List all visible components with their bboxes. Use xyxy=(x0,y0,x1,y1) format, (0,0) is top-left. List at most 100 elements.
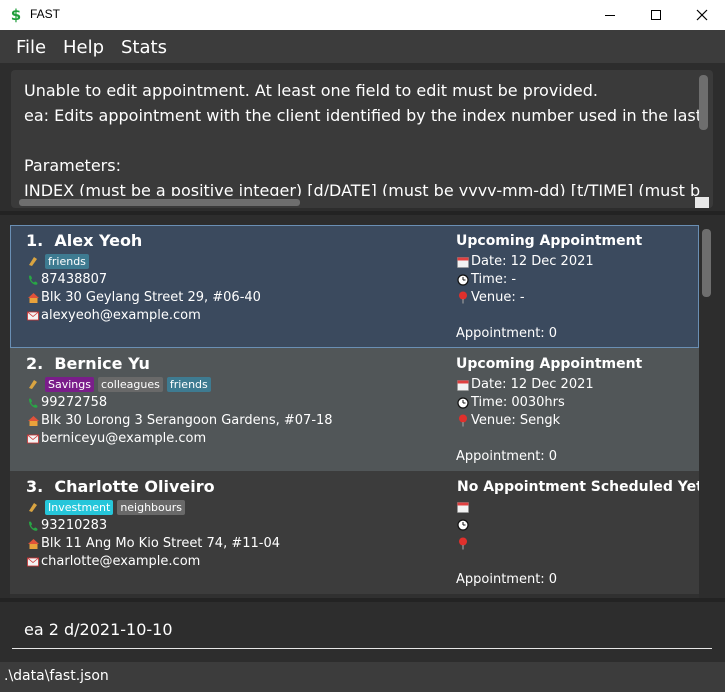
appointment-venue-line: Venue: Sengk xyxy=(456,413,560,428)
appointment-date: Date: 12 Dec 2021 xyxy=(471,254,594,269)
clock-icon xyxy=(456,396,470,410)
phone-line: 87438807 xyxy=(26,272,107,287)
appointment-count: Appointment: 0 xyxy=(456,572,558,587)
command-panel xyxy=(0,602,725,662)
minimize-button[interactable] xyxy=(587,0,633,30)
client-address: Blk 30 Lorong 3 Serangoon Gardens, #07-1… xyxy=(41,413,333,428)
home-icon xyxy=(26,537,40,551)
status-bar: .\data\fast.json xyxy=(0,662,725,692)
menu-stats[interactable]: Stats xyxy=(121,37,167,58)
appointment-title: Upcoming Appointment xyxy=(456,233,643,249)
email-icon xyxy=(26,432,40,446)
client-email: alexyeoh@example.com xyxy=(41,308,201,323)
tag-investment: Investment xyxy=(45,499,114,515)
close-button[interactable] xyxy=(679,0,725,30)
phone-icon xyxy=(26,396,40,410)
result-panel: Unable to edit appointment. At least one… xyxy=(0,63,725,211)
client-index: 1. xyxy=(26,231,44,250)
clock-icon xyxy=(456,273,470,287)
result-vertical-scrollbar[interactable] xyxy=(699,75,708,130)
phone-icon xyxy=(26,273,40,287)
menu-file[interactable]: File xyxy=(16,37,46,58)
client-index: 2. xyxy=(26,354,44,373)
appointment-time: Time: - xyxy=(471,272,517,287)
clock-icon xyxy=(456,518,470,532)
tag-row: Investment neighbours xyxy=(26,499,185,515)
client-name-line: 1. Alex Yeoh xyxy=(26,231,142,250)
appointment-time: Time: 0030hrs xyxy=(471,395,565,410)
tag-friends: friends xyxy=(45,253,89,269)
save-location-text: .\data\fast.json xyxy=(4,668,109,684)
menu-bar: File Help Stats xyxy=(0,30,725,63)
appointment-date-line xyxy=(456,500,471,514)
email-line: alexyeoh@example.com xyxy=(26,308,201,323)
tag-icon xyxy=(26,377,40,391)
client-list-panel: 1. Alex Yeoh friends 87438807 Blk 30 Gey… xyxy=(0,215,725,598)
tag-icon xyxy=(26,254,40,268)
result-display[interactable]: Unable to edit appointment. At least one… xyxy=(11,70,713,208)
scroll-corner xyxy=(695,197,709,208)
menu-help[interactable]: Help xyxy=(63,37,104,58)
client-name: Charlotte Oliveiro xyxy=(54,477,215,496)
client-phone: 93210283 xyxy=(41,518,108,533)
home-icon xyxy=(26,414,40,428)
email-icon xyxy=(26,555,40,569)
client-name-line: 3. Charlotte Oliveiro xyxy=(26,477,215,496)
address-line: Blk 11 Ang Mo Kio Street 74, #11-04 xyxy=(26,536,280,551)
client-card[interactable]: 2. Bernice Yu Savings colleagues friends… xyxy=(10,348,699,471)
client-name: Bernice Yu xyxy=(54,354,150,373)
client-phone: 87438807 xyxy=(41,272,108,287)
client-card[interactable]: 1. Alex Yeoh friends 87438807 Blk 30 Gey… xyxy=(10,225,699,348)
client-name: Alex Yeoh xyxy=(54,231,143,250)
client-list-scrollbar[interactable] xyxy=(702,229,711,297)
phone-line: 93210283 xyxy=(26,518,107,533)
client-name-line: 2. Bernice Yu xyxy=(26,354,150,373)
command-input[interactable] xyxy=(12,611,712,649)
client-list: 1. Alex Yeoh friends 87438807 Blk 30 Gey… xyxy=(10,225,699,598)
client-phone: 99272758 xyxy=(41,395,108,410)
result-text: Unable to edit appointment. At least one… xyxy=(24,81,700,196)
email-line: charlotte@example.com xyxy=(26,554,200,569)
home-icon xyxy=(26,291,40,305)
client-card[interactable]: 3. Charlotte Oliveiro Investment neighbo… xyxy=(10,471,699,594)
client-address: Blk 30 Geylang Street 29, #06-40 xyxy=(41,290,261,305)
calendar-icon xyxy=(456,255,470,269)
appointment-time-line: Time: - xyxy=(456,272,516,287)
maximize-button[interactable] xyxy=(633,0,679,30)
appointment-date: Date: 12 Dec 2021 xyxy=(471,377,594,392)
address-line: Blk 30 Lorong 3 Serangoon Gardens, #07-1… xyxy=(26,413,333,428)
client-address: Blk 11 Ang Mo Kio Street 74, #11-04 xyxy=(41,536,281,551)
appointment-venue: Venue: Sengk xyxy=(471,413,561,428)
maximize-icon xyxy=(651,10,661,20)
appointment-title: No Appointment Scheduled Yet xyxy=(457,479,699,495)
window-title: FAST xyxy=(30,7,61,21)
appointment-venue-line: Venue: - xyxy=(456,290,525,305)
phone-icon xyxy=(26,519,40,533)
result-horizontal-scrollbar[interactable] xyxy=(19,199,300,206)
calendar-icon xyxy=(456,500,470,514)
tag-colleagues: colleagues xyxy=(97,376,163,392)
appointment-date-line: Date: 12 Dec 2021 xyxy=(456,377,594,392)
tag-neighbours: neighbours xyxy=(117,499,185,515)
client-email: berniceyu@example.com xyxy=(41,431,207,446)
minimize-icon xyxy=(605,15,615,16)
appointment-title: Upcoming Appointment xyxy=(456,356,643,372)
tag-icon xyxy=(26,500,40,514)
tag-row: friends xyxy=(26,253,89,269)
appointment-time-line: Time: 0030hrs xyxy=(456,395,565,410)
appointment-venue-line xyxy=(456,536,471,550)
email-line: berniceyu@example.com xyxy=(26,431,206,446)
appointment-date-line: Date: 12 Dec 2021 xyxy=(456,254,594,269)
appointment-time-line xyxy=(456,518,471,532)
app-dollar-icon: $ xyxy=(10,6,22,24)
email-icon xyxy=(26,309,40,323)
phone-line: 99272758 xyxy=(26,395,107,410)
client-index: 3. xyxy=(26,477,44,496)
appointment-count: Appointment: 0 xyxy=(456,326,558,341)
client-email: charlotte@example.com xyxy=(41,554,201,569)
appointment-count: Appointment: 0 xyxy=(456,449,558,464)
close-icon xyxy=(696,9,708,21)
tag-friends: friends xyxy=(166,376,211,392)
calendar-icon xyxy=(456,378,470,392)
appointment-venue: Venue: - xyxy=(471,290,525,305)
